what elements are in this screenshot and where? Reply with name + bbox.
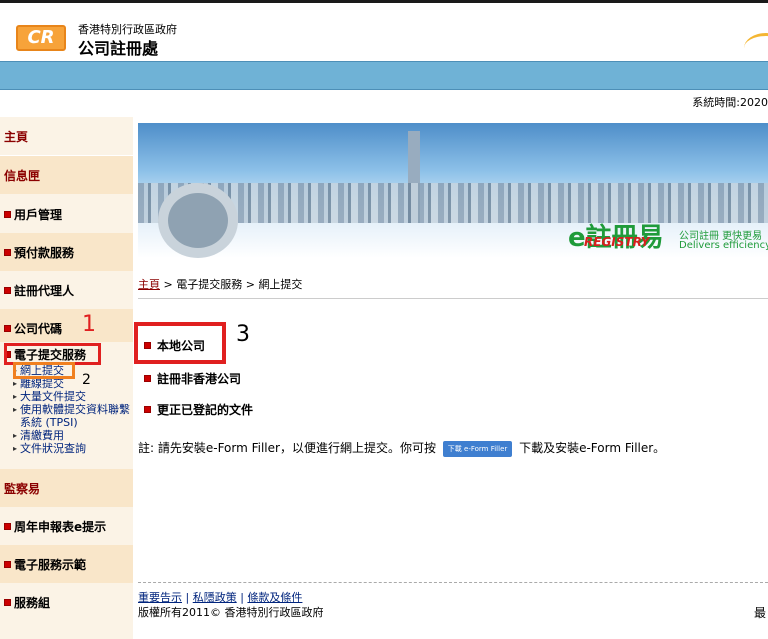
breadcrumb: 主頁 > 電子提交服務 > 網上提交 — [138, 276, 302, 292]
option-rectify-document[interactable]: 更正已登記的文件 — [144, 401, 253, 418]
bullet-icon — [4, 522, 11, 530]
sidebar-item-monitoring[interactable]: 監察易 — [0, 469, 133, 507]
terms-link[interactable]: 條款及條件 — [247, 591, 302, 604]
sidebar-item-label: 監察易 — [4, 481, 41, 496]
footer-links: 重要告示 | 私隱政策 | 條款及條件 — [138, 589, 302, 605]
bullet-icon — [4, 210, 11, 218]
option-label: 註冊非香港公司 — [157, 372, 242, 386]
registry-title: 公司註冊處 — [78, 39, 159, 58]
copyright: 版權所有2011© 香港特別行政區政府 — [138, 606, 324, 619]
system-time-bar: 系統時間:2020 — [0, 90, 768, 112]
annotation-number-1: 1 — [82, 312, 96, 337]
submenu-item-settle-fees[interactable]: 清繳費用 — [13, 429, 133, 442]
breadcrumb-level1: 電子提交服務 — [176, 278, 243, 291]
sidebar-item-label: 信息匣 — [4, 168, 41, 183]
install-note: 註: 請先安裝e-Form Filler，以便進行網上提交。你可按 下載 e-F… — [138, 439, 665, 457]
sidebar-item-inbox[interactable]: 信息匣 — [0, 156, 133, 194]
highlight-box-3 — [134, 322, 226, 364]
sidebar-item-label: 預付款服務 — [14, 245, 75, 260]
divider — [138, 298, 768, 299]
blue-banner-bar — [0, 61, 768, 90]
bullet-icon — [4, 560, 11, 568]
note-text-before: 註: 請先安裝e-Form Filler，以便進行網上提交。你可按 — [138, 441, 436, 455]
cr-logo[interactable]: CR — [16, 25, 66, 51]
submenu-item-document-status[interactable]: 文件狀況查詢 — [13, 442, 133, 455]
option-label: 更正已登記的文件 — [157, 403, 254, 417]
footer-separator: | — [185, 591, 190, 604]
submenu-item-bulk-submission[interactable]: 大量文件提交 — [13, 390, 133, 403]
note-text-after: 下載及安裝e-Form Filler。 — [519, 441, 666, 455]
option-non-hk-company[interactable]: 註冊非香港公司 — [144, 370, 241, 387]
bullet-icon — [4, 286, 11, 294]
sidebar-item-label: 註冊代理人 — [14, 283, 75, 298]
sidebar-item-e-service-demo[interactable]: 電子服務示範 — [0, 545, 133, 583]
bullet-icon — [4, 248, 11, 256]
bullet-icon — [144, 406, 151, 413]
footer-divider — [138, 582, 768, 583]
system-time: 系統時間:2020 — [692, 96, 768, 109]
sidebar-item-label: 服務組 — [14, 595, 51, 610]
slogan-en: Delivers efficiency for companies — [679, 240, 768, 251]
sidebar-item-service-unit[interactable]: 服務組 — [0, 583, 133, 621]
breadcrumb-home-link[interactable]: 主頁 — [138, 278, 160, 291]
bullet-icon — [144, 375, 151, 382]
annotation-number-2: 2 — [82, 372, 91, 388]
sidebar-item-user-management[interactable]: 用戶管理 — [0, 195, 133, 233]
breadcrumb-separator: > — [245, 278, 255, 291]
brand-en: REGISTRY — [584, 235, 650, 249]
sidebar-item-home[interactable]: 主頁 — [0, 117, 133, 155]
swoosh-graphic — [744, 33, 768, 63]
sidebar-item-registered-agent[interactable]: 註冊代理人 — [0, 271, 133, 309]
bullet-icon — [4, 598, 11, 606]
sidebar-item-label: 主頁 — [4, 129, 29, 144]
sidebar-item-label: 公司代碼 — [14, 321, 63, 336]
footer-right-text: 最 — [753, 606, 766, 620]
sidebar-item-label: 周年申報表e提示 — [14, 519, 107, 534]
footer-separator: | — [240, 591, 244, 604]
bullet-icon — [4, 324, 11, 332]
annotation-number-3: 3 — [236, 322, 250, 347]
sidebar-item-label: 電子服務示範 — [14, 557, 87, 572]
highlight-box-2 — [13, 362, 75, 379]
breadcrumb-level2: 網上提交 — [258, 278, 303, 291]
important-notices-link[interactable]: 重要告示 — [138, 591, 182, 604]
header: CR 香港特別行政區政府 公司註冊處 — [0, 3, 768, 61]
submenu-item-tpsi[interactable]: 使用軟體提交資料聯繫系統 (TPSI) — [13, 403, 133, 429]
eregistry-banner: e註冊易 REGISTRY 公司註冊 更快更易 Delivers efficie… — [138, 123, 768, 258]
privacy-policy-link[interactable]: 私隱政策 — [193, 591, 237, 604]
sidebar-item-label: 用戶管理 — [14, 207, 63, 222]
breadcrumb-separator: > — [163, 278, 173, 291]
sidebar-item-annual-return-reminder[interactable]: 周年申報表e提示 — [0, 507, 133, 545]
download-eform-filler-button[interactable]: 下載 e-Form Filler — [442, 440, 513, 457]
sidebar-item-prepayment[interactable]: 預付款服務 — [0, 233, 133, 271]
e-logo-icon — [158, 183, 238, 258]
